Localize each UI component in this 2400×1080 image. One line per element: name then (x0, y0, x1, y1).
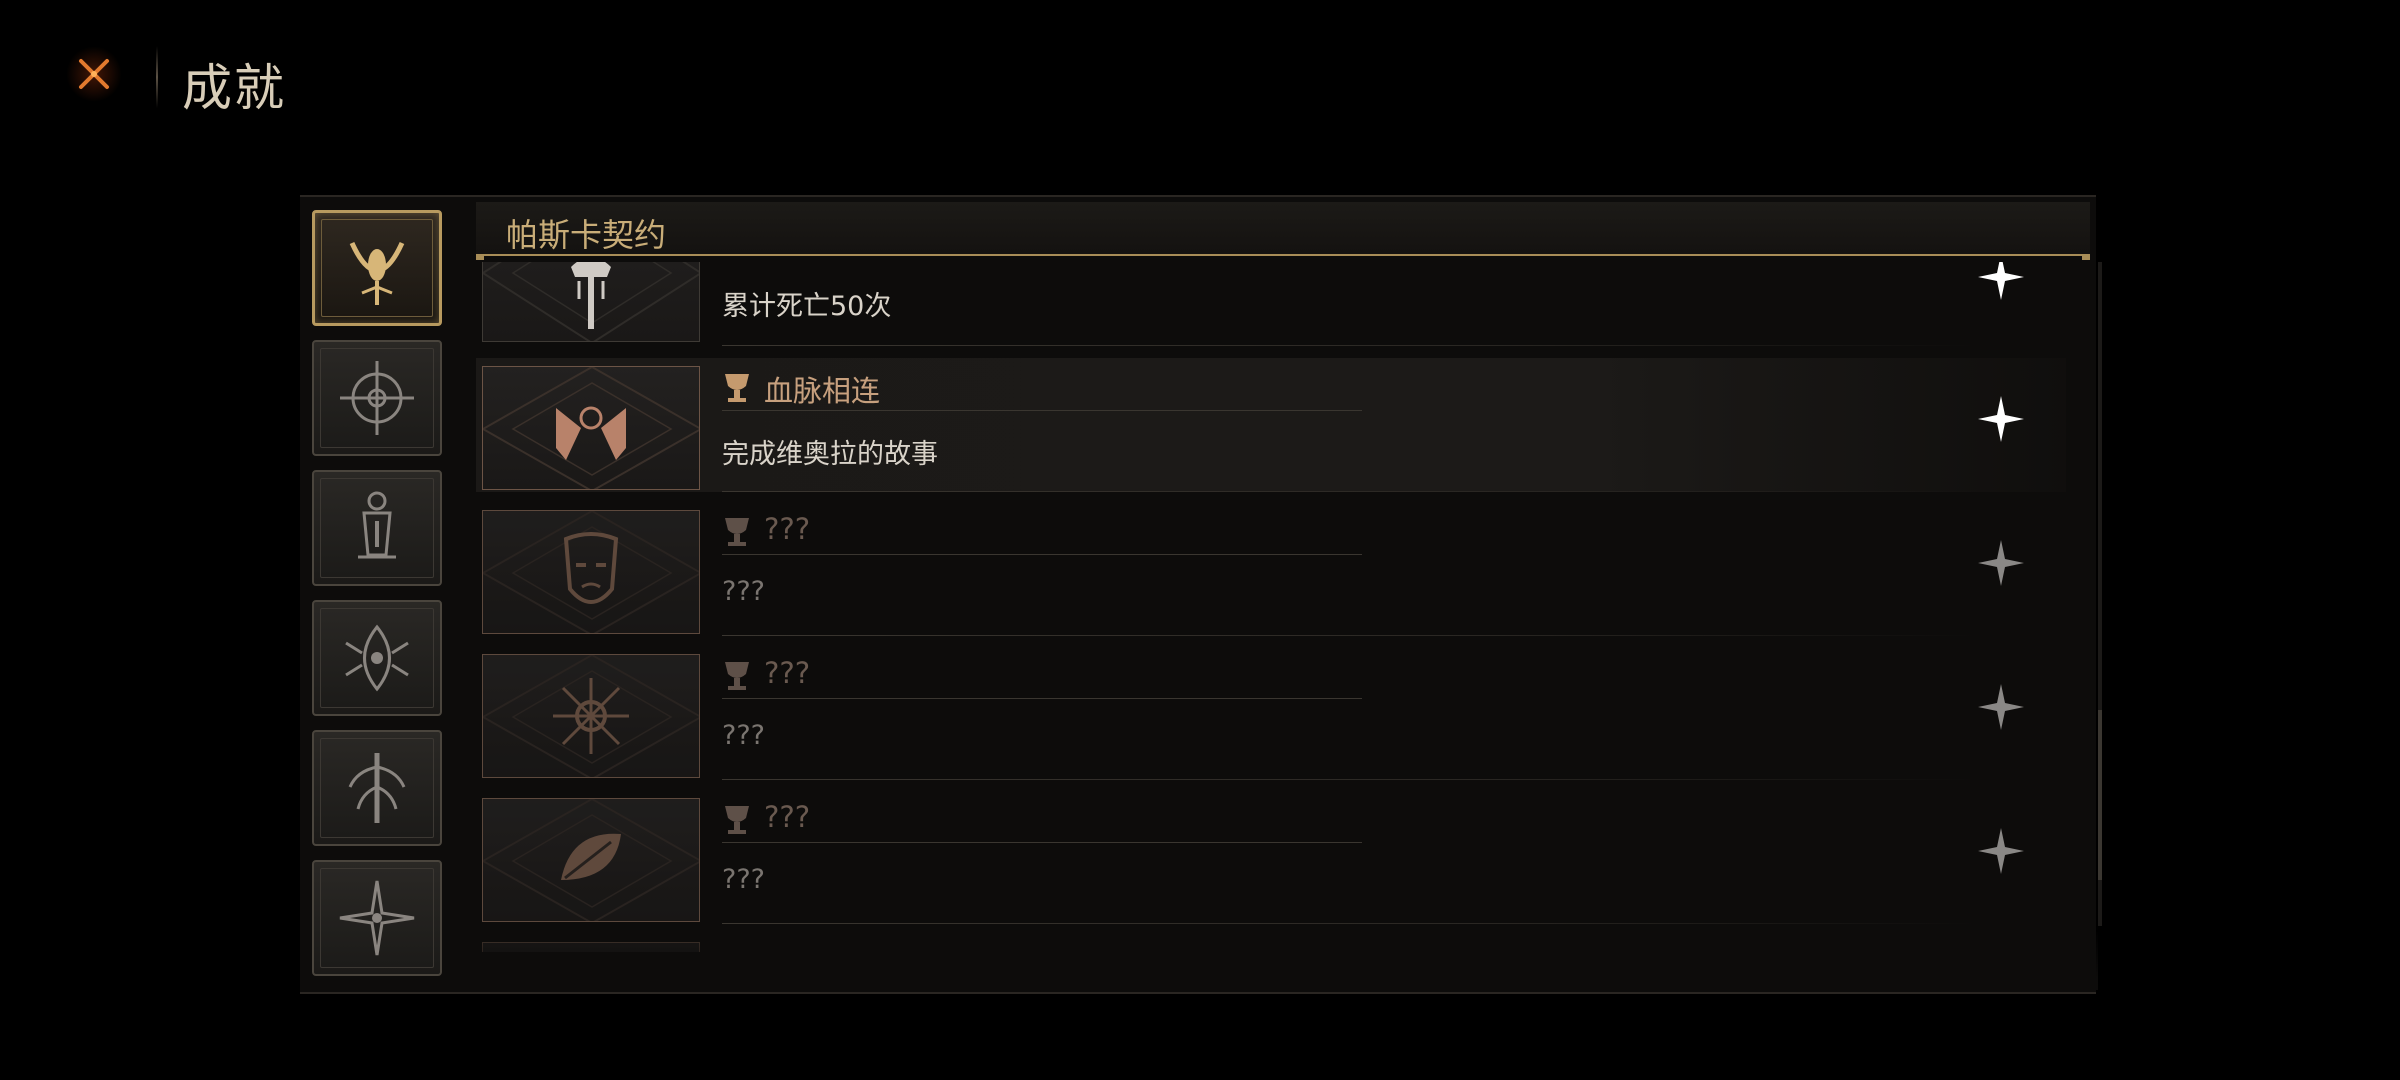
achievement-emblem (482, 654, 700, 778)
achievement-description: 累计死亡50次 (722, 291, 892, 322)
row-divider (722, 779, 1976, 780)
close-button[interactable] (66, 46, 122, 102)
radiant-sun-icon (553, 678, 629, 754)
tab-category-2[interactable] (312, 340, 442, 456)
lantern-sigil-icon (358, 491, 396, 559)
compass-sigil-icon (340, 361, 414, 435)
achievement-name: ??? (764, 512, 811, 546)
scrollbar-thumb[interactable] (2098, 710, 2102, 880)
tab-category-3[interactable] (312, 470, 442, 586)
trophy-icon (725, 662, 749, 690)
tree-sigil-icon (348, 753, 406, 823)
achievement-name: 血脉相连 (764, 374, 881, 408)
bleeding-sword-icon (571, 262, 611, 329)
star-unlocked-icon (1978, 396, 2024, 442)
achievement-title-line: 血脉相连 (722, 366, 1362, 411)
achievement-title-line: ??? (722, 654, 1362, 699)
twin-figures-icon (556, 406, 626, 460)
starburst-sigil-icon (339, 880, 415, 956)
tab-category-1[interactable] (312, 210, 442, 326)
list-fade (476, 930, 2098, 990)
achievement-row[interactable]: ??? ??? (476, 502, 2066, 636)
achievement-title-line: ??? (722, 510, 1362, 555)
achievement-list[interactable]: 累计死亡50次 血脉相连 完成维奥拉的故事 ??? ??? ??? ??? ??… (476, 262, 2098, 952)
tab-category-4[interactable] (312, 600, 442, 716)
mask-icon (563, 532, 619, 604)
category-header: 帕斯卡契约 (476, 202, 2090, 260)
star-unlocked-icon (1978, 262, 2024, 300)
row-divider (722, 345, 1976, 346)
trophy-icon (725, 374, 749, 402)
category-title: 帕斯卡契约 (506, 216, 667, 254)
close-x-icon (79, 59, 109, 89)
row-divider (722, 491, 1976, 492)
achievement-name: ??? (764, 656, 811, 690)
row-divider (722, 923, 1976, 924)
achievement-emblem (482, 798, 700, 922)
achievement-title-line: ??? (722, 798, 1362, 843)
category-tabs (312, 210, 446, 990)
star-locked-icon (1978, 540, 2024, 586)
achievement-description: 完成维奥拉的故事 (722, 439, 938, 470)
achievement-emblem (482, 510, 700, 634)
achievement-row[interactable]: 累计死亡50次 (476, 262, 2066, 346)
trophy-icon (725, 518, 749, 546)
thorn-eye-icon (345, 624, 409, 692)
star-locked-icon (1978, 684, 2024, 730)
star-locked-icon (1978, 828, 2024, 874)
scrollbar[interactable] (2098, 262, 2102, 926)
achievement-emblem (482, 366, 700, 490)
achievement-emblem (482, 262, 700, 342)
achievement-name: ??? (764, 800, 811, 834)
tab-category-6[interactable] (312, 860, 442, 976)
row-divider (722, 635, 1976, 636)
trophy-icon (725, 806, 749, 834)
header-divider (156, 46, 158, 108)
achievement-description: ??? (722, 576, 765, 607)
tab-category-5[interactable] (312, 730, 442, 846)
leaf-icon (561, 833, 621, 880)
achievement-description: ??? (722, 720, 765, 751)
page-title: 成就 (182, 59, 286, 117)
achievement-row[interactable]: ??? ??? (476, 790, 2066, 924)
achievement-row[interactable]: ??? ??? (476, 646, 2066, 780)
achievement-description: ??? (722, 864, 765, 895)
achievement-row[interactable]: 血脉相连 完成维奥拉的故事 (476, 358, 2066, 492)
eye-crescent-icon (349, 241, 405, 305)
